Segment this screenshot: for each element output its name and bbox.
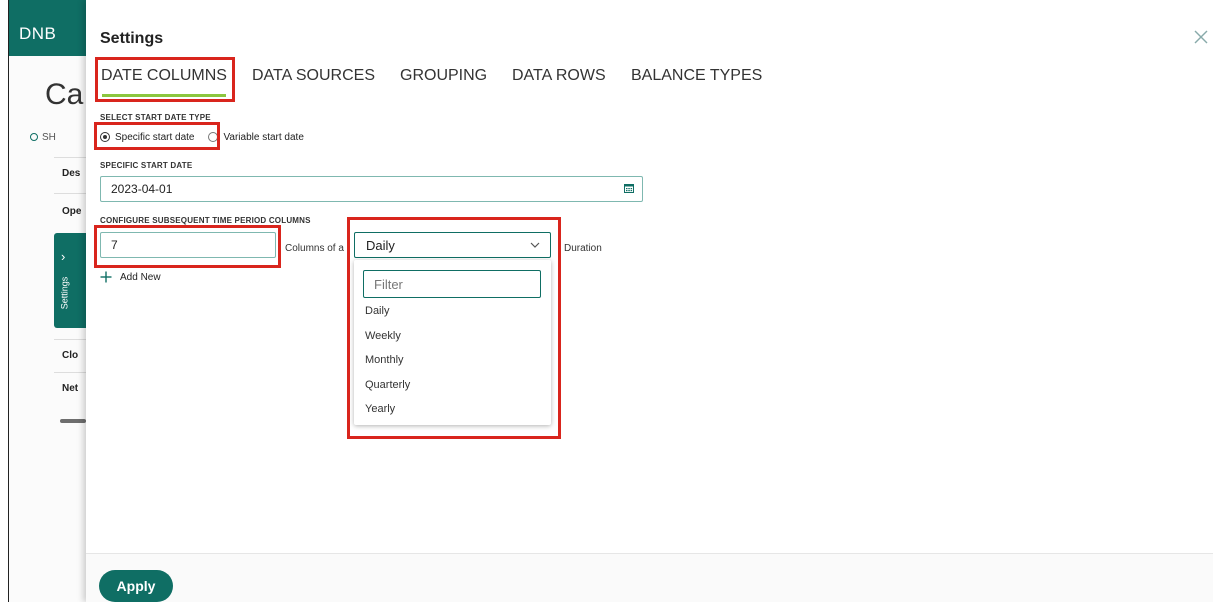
specific-start-date-section-label: SPECIFIC START DATE	[100, 161, 193, 170]
duration-text: Duration	[564, 243, 602, 254]
app-header: DNB	[9, 0, 86, 56]
divider	[54, 193, 86, 194]
close-icon[interactable]	[1193, 29, 1209, 45]
duration-dropdown: Daily Weekly Monthly Quarterly Yearly	[354, 260, 551, 425]
columns-of-a-text: Columns of a	[285, 243, 344, 254]
page-subtitle: SH	[30, 132, 56, 143]
bg-row-label: Clo	[62, 350, 79, 361]
variable-start-date-radio[interactable]	[208, 132, 219, 142]
variable-start-date-label: Variable start date	[223, 131, 304, 143]
start-date-input[interactable]	[109, 177, 613, 201]
column-count-input[interactable]	[109, 233, 273, 257]
chevron-down-icon	[530, 242, 540, 248]
specific-start-date-radio[interactable]	[100, 132, 110, 142]
duration-select[interactable]: Daily	[354, 232, 551, 258]
tab-date-columns[interactable]: DATE COLUMNS	[101, 67, 227, 85]
settings-side-tab-label: Settings	[59, 276, 70, 310]
add-new-button[interactable]: Add New	[100, 271, 161, 283]
dnb-logo: DNB	[19, 24, 57, 43]
calendar-icon[interactable]	[624, 184, 634, 193]
settings-panel: Settings DATE COLUMNS DATA SOURCES GROUP…	[86, 0, 1213, 602]
option-daily[interactable]: Daily	[365, 305, 389, 317]
filter-field[interactable]	[363, 270, 541, 298]
plus-icon	[100, 271, 112, 283]
panel-title: Settings	[100, 30, 164, 47]
filter-input[interactable]	[372, 271, 536, 297]
horizontal-scrollbar[interactable]	[60, 419, 86, 423]
subtitle-text: SH	[42, 132, 56, 143]
status-dot-icon	[30, 133, 38, 142]
start-date-field[interactable]	[100, 176, 643, 202]
divider	[54, 339, 86, 340]
option-yearly[interactable]: Yearly	[365, 403, 395, 415]
option-weekly[interactable]: Weekly	[365, 330, 401, 342]
divider	[54, 372, 86, 373]
duration-selected-value: Daily	[366, 238, 395, 253]
page-title: Ca	[45, 78, 84, 111]
add-new-label: Add New	[120, 271, 161, 283]
tab-data-rows[interactable]: DATA ROWS	[512, 67, 606, 85]
tab-data-sources[interactable]: DATA SOURCES	[252, 67, 375, 85]
start-date-type-options: Specific start date Variable start date	[100, 130, 304, 144]
bg-row-label: Des	[62, 168, 81, 179]
bg-row-label: Ope	[62, 206, 82, 217]
active-tab-indicator	[102, 94, 226, 97]
specific-start-date-label: Specific start date	[115, 131, 195, 143]
option-quarterly[interactable]: Quarterly	[365, 379, 410, 391]
chevron-right-icon: ›	[61, 249, 66, 264]
option-monthly[interactable]: Monthly	[365, 354, 404, 366]
apply-button[interactable]: Apply	[99, 570, 173, 602]
start-date-type-label: SELECT START DATE TYPE	[100, 113, 211, 122]
column-count-field[interactable]	[100, 232, 276, 258]
tab-balance-types[interactable]: BALANCE TYPES	[631, 67, 762, 85]
tab-grouping[interactable]: GROUPING	[400, 67, 487, 85]
panel-footer	[86, 554, 1213, 602]
bg-row-label: Net	[62, 383, 79, 394]
subsequent-columns-label: CONFIGURE SUBSEQUENT TIME PERIOD COLUMNS	[100, 216, 311, 225]
divider	[54, 157, 86, 158]
settings-side-tab[interactable]: › Settings	[54, 233, 86, 328]
